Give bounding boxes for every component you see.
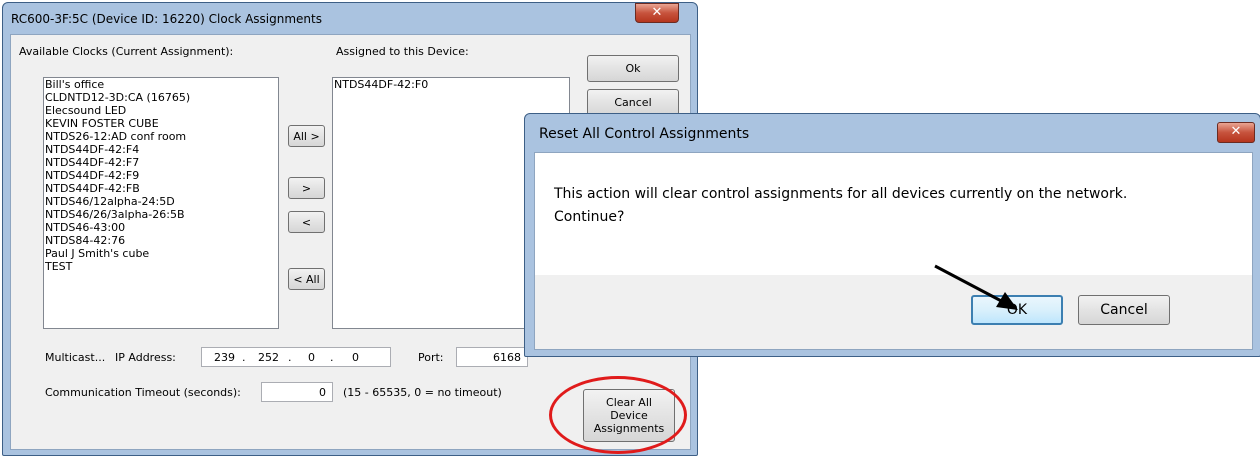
list-item[interactable]: NTDS46/12alpha-24:5D bbox=[44, 195, 278, 208]
list-item[interactable]: NTDS44DF-42:F4 bbox=[44, 143, 278, 156]
available-clocks-list[interactable]: Bill's office CLDNTD12-3D:CA (16765) Elecs… bbox=[43, 77, 279, 329]
reset-dialog-title: Reset All Control Assignments bbox=[539, 126, 750, 142]
ip-octet-1: 239 bbox=[214, 351, 235, 364]
list-item[interactable]: Paul J Smith's cube bbox=[44, 247, 278, 260]
timeout-hint: (15 - 65535, 0 = no timeout) bbox=[343, 386, 502, 399]
list-item[interactable]: NTDS26-12:AD conf room bbox=[44, 130, 278, 143]
confirm-ok-button[interactable]: OK bbox=[971, 295, 1063, 325]
ip-dot-1: . bbox=[242, 351, 246, 364]
clear-all-assignments-button[interactable]: Clear All Device Assignments bbox=[583, 389, 675, 442]
ip-address-input[interactable]: 239 . 252 . 0 . 0 bbox=[201, 347, 391, 367]
assigned-clocks-label: Assigned to this Device: bbox=[336, 45, 469, 58]
list-item[interactable]: NTDS44DF-42:F0 bbox=[333, 78, 569, 91]
list-item[interactable]: CLDNTD12-3D:CA (16765) bbox=[44, 91, 278, 104]
ip-address-label: IP Address: bbox=[115, 351, 176, 364]
port-label: Port: bbox=[418, 351, 444, 364]
list-item[interactable]: NTDS46-43:00 bbox=[44, 221, 278, 234]
ip-dot-3: . bbox=[330, 351, 334, 364]
list-item[interactable]: NTDS44DF-42:F9 bbox=[44, 169, 278, 182]
list-item[interactable]: NTDS44DF-42:FB bbox=[44, 182, 278, 195]
ip-dot-2: . bbox=[288, 351, 292, 364]
cancel-button[interactable]: Cancel bbox=[587, 89, 679, 116]
reset-dialog-body: This action will clear control assignmen… bbox=[534, 152, 1253, 350]
ok-button[interactable]: Ok bbox=[587, 55, 679, 82]
ip-octet-3: 0 bbox=[308, 351, 315, 364]
confirm-cancel-button[interactable]: Cancel bbox=[1078, 295, 1170, 325]
timeout-label: Communication Timeout (seconds): bbox=[45, 386, 241, 399]
list-item[interactable]: NTDS46/26/3alpha-26:5B bbox=[44, 208, 278, 221]
list-item[interactable]: TEST bbox=[44, 260, 278, 273]
window-title: RC600-3F:5C (Device ID: 16220) Clock Ass… bbox=[11, 12, 322, 26]
ip-octet-4: 0 bbox=[352, 351, 359, 364]
move-all-right-button[interactable]: All > bbox=[288, 125, 325, 147]
reset-assignments-dialog: Reset All Control Assignments ✕ This act… bbox=[524, 113, 1260, 357]
list-item[interactable]: KEVIN FOSTER CUBE bbox=[44, 117, 278, 130]
move-left-button[interactable]: < bbox=[288, 211, 325, 233]
timeout-input[interactable]: 0 bbox=[261, 382, 333, 402]
move-all-left-button[interactable]: < All bbox=[288, 268, 325, 290]
reset-dialog-footer: OK Cancel bbox=[535, 275, 1252, 349]
close-icon[interactable]: ✕ bbox=[1217, 122, 1255, 143]
move-right-button[interactable]: > bbox=[288, 177, 325, 199]
reset-message-line1: This action will clear control assignmen… bbox=[554, 186, 1128, 202]
reset-message-line2: Continue? bbox=[554, 209, 625, 225]
available-clocks-label: Available Clocks (Current Assignment): bbox=[19, 45, 234, 58]
multicast-label: Multicast... bbox=[45, 351, 106, 364]
reset-message: This action will clear control assignmen… bbox=[554, 183, 1244, 229]
close-icon[interactable]: ✕ bbox=[635, 3, 679, 23]
ip-octet-2: 252 bbox=[258, 351, 279, 364]
list-item[interactable]: Bill's office bbox=[44, 78, 278, 91]
list-item[interactable]: NTDS44DF-42:F7 bbox=[44, 156, 278, 169]
port-input[interactable]: 6168 bbox=[456, 347, 528, 367]
list-item[interactable]: NTDS84-42:76 bbox=[44, 234, 278, 247]
list-item[interactable]: Elecsound LED bbox=[44, 104, 278, 117]
